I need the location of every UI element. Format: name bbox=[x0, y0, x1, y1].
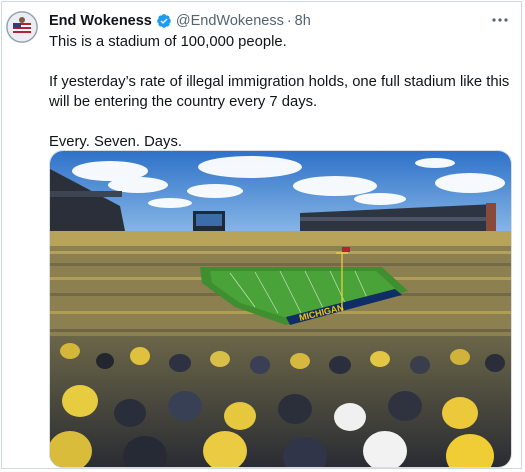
stadium-photo-image: MICHIGAN bbox=[50, 151, 511, 467]
more-options-icon[interactable] bbox=[491, 12, 509, 28]
tweet-text-line: This is a stadium of 100,000 people. bbox=[49, 34, 287, 50]
tweet-header: End Wokeness @EndWokeness · 8h bbox=[49, 12, 511, 30]
tweet-text-line: If yesterday’s rate of illegal immigrati… bbox=[49, 74, 510, 110]
avatar-image bbox=[6, 11, 38, 43]
verified-badge-icon bbox=[157, 14, 171, 28]
user-handle[interactable]: @EndWokeness bbox=[176, 13, 284, 29]
tweet-text-line: Every. Seven. Days. bbox=[49, 134, 182, 150]
tweet-card[interactable]: End Wokeness @EndWokeness · 8h This is a… bbox=[1, 1, 522, 469]
stadium-photo[interactable]: MICHIGAN bbox=[49, 150, 512, 468]
separator-dot: · bbox=[286, 13, 292, 29]
tweet-text: This is a stadium of 100,000 people. If … bbox=[49, 32, 515, 152]
avatar[interactable] bbox=[6, 11, 38, 43]
timestamp[interactable]: 8h bbox=[295, 13, 311, 29]
display-name[interactable]: End Wokeness bbox=[49, 13, 152, 29]
